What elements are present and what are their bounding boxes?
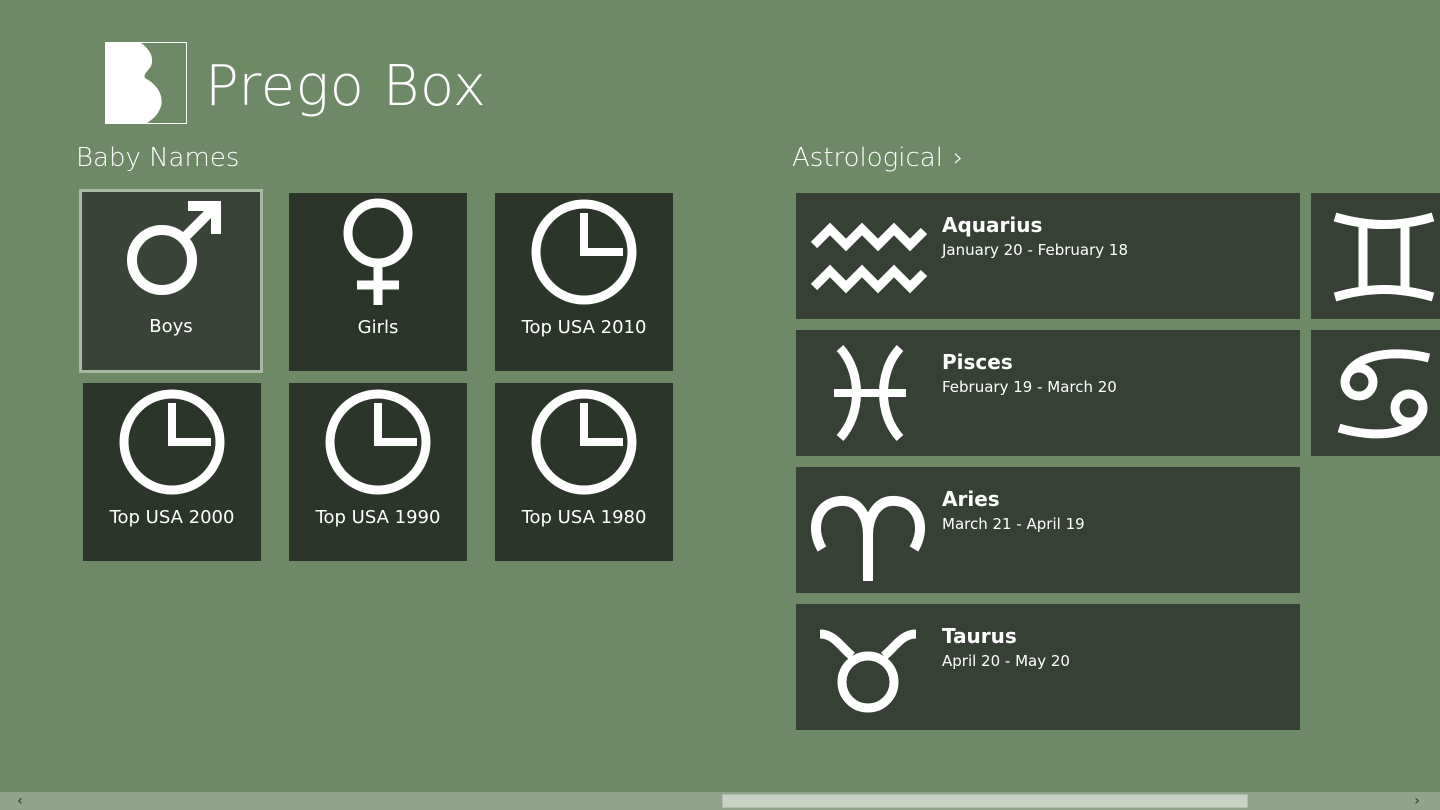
tile-label: Top USA 2000 [109, 507, 235, 528]
aries-icon [808, 479, 928, 581]
female-symbol-icon [323, 197, 433, 307]
tile-top-usa-2010[interactable]: Top USA 2010 [495, 193, 673, 371]
horizontal-scrollbar[interactable]: ‹ › [0, 792, 1440, 810]
astrological-header-label: Astrological [792, 143, 943, 173]
tile-girls[interactable]: Girls [289, 193, 467, 371]
sign-name: Aquarius [942, 213, 1043, 237]
pregnant-silhouette-icon [106, 43, 162, 123]
app-logo [105, 42, 187, 124]
aquarius-icon [808, 205, 928, 307]
tile-label: Girls [357, 317, 399, 338]
tile-top-usa-1990[interactable]: Top USA 1990 [289, 383, 467, 561]
taurus-icon [808, 616, 928, 718]
astro-tile-cancer[interactable] [1311, 330, 1440, 456]
baby-names-header: Baby Names [76, 143, 240, 173]
tile-boys[interactable]: Boys [79, 189, 263, 373]
tile-label: Top USA 2010 [521, 317, 647, 338]
astro-tile-taurus[interactable]: Taurus April 20 - May 20 [796, 604, 1300, 730]
sign-dates: February 19 - March 20 [942, 378, 1117, 396]
clock-icon [529, 197, 639, 307]
sign-name: Aries [942, 487, 1000, 511]
sign-name: Pisces [942, 350, 1013, 374]
tile-label: Boys [149, 316, 193, 337]
scroll-left-icon[interactable]: ‹ [8, 792, 32, 810]
tile-top-usa-1980[interactable]: Top USA 1980 [495, 383, 673, 561]
gemini-icon [1333, 212, 1435, 302]
chevron-right-icon: › [952, 143, 964, 173]
male-symbol-icon [116, 196, 226, 306]
sign-name: Taurus [942, 624, 1017, 648]
clock-icon [529, 387, 639, 497]
astro-tile-gemini[interactable] [1311, 193, 1440, 319]
sign-dates: March 21 - April 19 [942, 515, 1085, 533]
app-title: Prego Box [205, 54, 487, 119]
astrological-header[interactable]: Astrological › [792, 140, 963, 176]
tile-label: Top USA 1990 [315, 507, 441, 528]
cancer-icon [1337, 349, 1431, 439]
clock-icon [323, 387, 433, 497]
astro-tile-aquarius[interactable]: Aquarius January 20 - February 18 [796, 193, 1300, 319]
clock-icon [117, 387, 227, 497]
astro-tile-pisces[interactable]: Pisces February 19 - March 20 [796, 330, 1300, 456]
sign-dates: April 20 - May 20 [942, 652, 1070, 670]
pisces-icon [808, 342, 928, 444]
astro-tile-aries[interactable]: Aries March 21 - April 19 [796, 467, 1300, 593]
scrollbar-thumb[interactable] [722, 794, 1248, 808]
scroll-right-icon[interactable]: › [1405, 792, 1429, 810]
tile-top-usa-2000[interactable]: Top USA 2000 [83, 383, 261, 561]
app-root: Prego Box Baby Names Astrological › Boys … [0, 0, 1440, 810]
tile-label: Top USA 1980 [521, 507, 647, 528]
sign-dates: January 20 - February 18 [942, 241, 1128, 259]
